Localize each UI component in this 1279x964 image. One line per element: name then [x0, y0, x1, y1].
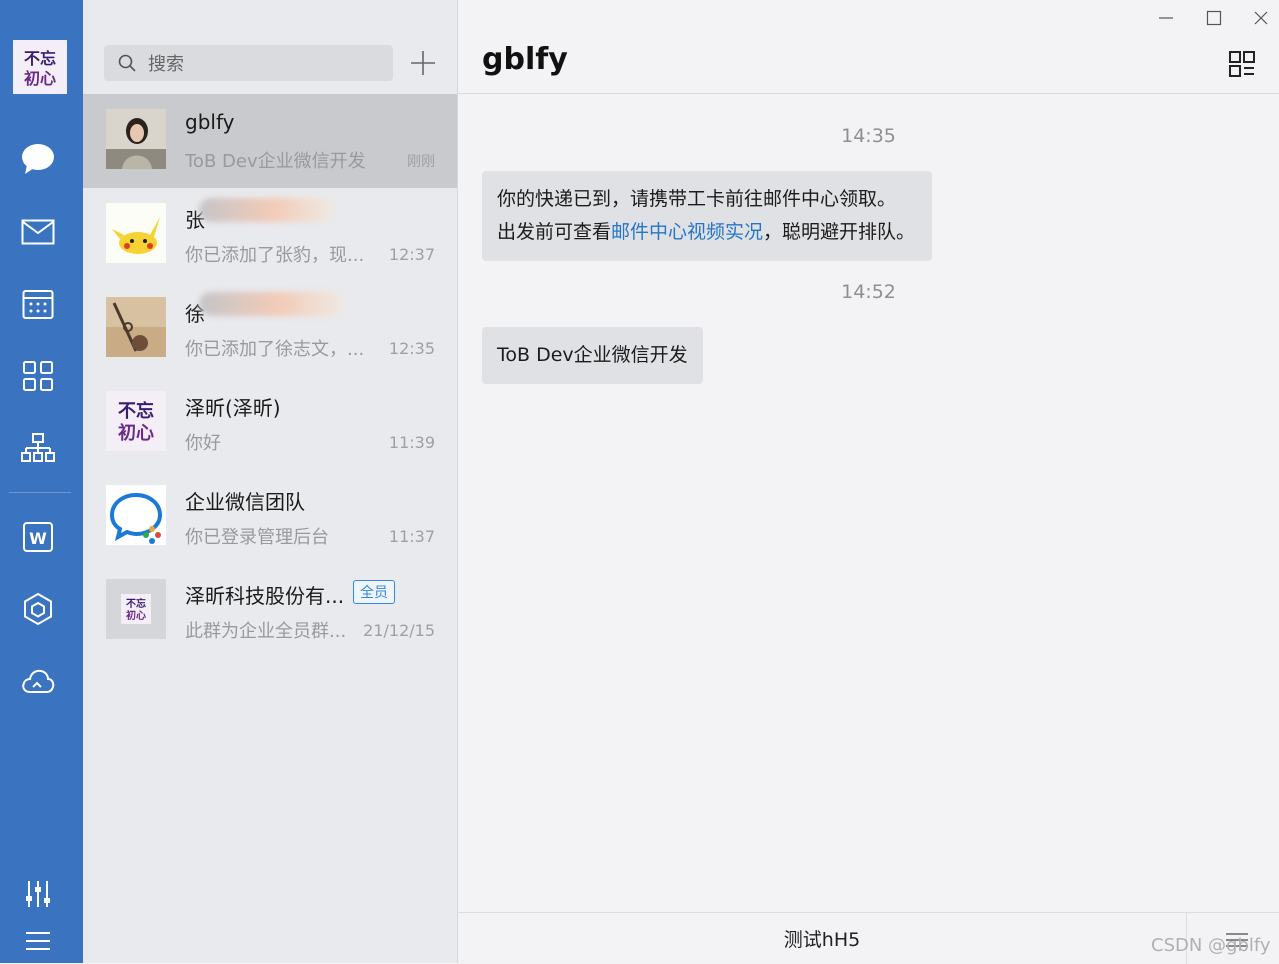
nav-cube[interactable]: [18, 589, 58, 629]
nav-divider: [9, 492, 71, 493]
conversation-time: 刚刚: [407, 154, 435, 170]
conversation-preview: 此群为企业全员群...: [185, 621, 347, 642]
svg-text:不忘: 不忘: [126, 597, 146, 610]
my-avatar[interactable]: 不忘 初心: [13, 40, 67, 94]
nav-cloud[interactable]: [18, 661, 58, 701]
message-bubble: ToB Dev企业微信开发: [482, 327, 703, 384]
chat-header: gblfy: [458, 0, 1279, 94]
nav-workbench[interactable]: [18, 356, 58, 396]
message-timestamp: 14:35: [841, 125, 896, 147]
svg-text:不忘: 不忘: [118, 400, 154, 422]
conversation-time: 21/12/15: [363, 621, 435, 640]
chat-bubble-icon: [22, 144, 54, 174]
conversation-name: gblfy: [185, 110, 235, 134]
all-members-badge: 全员: [353, 580, 395, 604]
maximize-icon: [1206, 10, 1222, 26]
conversation-item[interactable]: gblfy ToB Dev企业微信开发 刚刚: [83, 94, 457, 188]
mail-center-video-link[interactable]: 邮件中心视频实况: [611, 221, 763, 243]
conversation-preview: 你已添加了徐志文，...: [185, 339, 365, 360]
conversation-preview: 你好: [185, 433, 221, 454]
conversation-item[interactable]: 不忘 初心 泽昕(泽昕) 你好 11:39: [83, 376, 457, 470]
contact-avatar: 不忘 初心: [106, 391, 166, 451]
redacted-name: [199, 292, 344, 316]
conversation-item[interactable]: 徐 你已添加了徐志文，... 12:35: [83, 282, 457, 376]
nav-messages[interactable]: [18, 139, 58, 179]
cloud-icon: [22, 669, 55, 693]
conversation-preview: ToB Dev企业微信开发: [185, 151, 366, 172]
message-bubble: 你的快递已到，请携带工卡前往邮件中心领取。 出发前可查看邮件中心视频实况，聪明避…: [482, 171, 932, 261]
search-box[interactable]: 搜索: [104, 45, 393, 81]
chat-info-button[interactable]: [1228, 50, 1256, 78]
conversation-time: 11:37: [388, 527, 435, 546]
plus-icon: [411, 51, 435, 75]
nav-docs[interactable]: W: [18, 517, 58, 557]
svg-text:初心: 初心: [118, 422, 154, 444]
close-icon: [1254, 11, 1268, 25]
minimize-button[interactable]: [1152, 6, 1180, 30]
apps-grid-icon: [23, 361, 53, 391]
sliders-icon: [26, 881, 50, 907]
conversation-time: 12:37: [388, 245, 435, 264]
w-doc-icon: W: [23, 522, 53, 552]
conversation-item[interactable]: 张 你已添加了张豹，现... 12:37: [83, 188, 457, 282]
conversation-preview: 你已登录管理后台: [185, 527, 329, 548]
search-placeholder: 搜索: [148, 54, 184, 75]
message-text: 出发前可查看: [497, 221, 612, 243]
add-button[interactable]: [408, 48, 438, 78]
cube-icon: [24, 592, 52, 626]
nav-rail: 不忘 初心 W: [0, 0, 83, 963]
conversation-name: 泽昕科技股份有...: [185, 584, 345, 608]
message-timestamp: 14:52: [841, 281, 896, 303]
custom-menu-bar: 测试hH5 CSDN @gblfy: [458, 912, 1279, 964]
org-chart-icon: [21, 433, 55, 462]
conversation-time: 12:35: [388, 339, 435, 358]
message-text: ，聪明避开排队。: [763, 221, 916, 243]
close-button[interactable]: [1247, 6, 1275, 30]
calendar-icon: [22, 290, 54, 319]
nav-mail[interactable]: [18, 212, 58, 252]
conversation-time: 11:39: [388, 433, 435, 452]
conversation-name: 企业微信团队: [185, 490, 305, 514]
message-line: 你的快递已到，请携带工卡前往邮件中心领取。: [497, 188, 897, 210]
redacted-name: [199, 198, 334, 222]
svg-text:不忘: 不忘: [24, 49, 56, 68]
group-avatar: 不忘 初心: [106, 579, 166, 639]
svg-text:W: W: [29, 529, 47, 548]
contact-avatar: [106, 203, 166, 263]
nav-contacts[interactable]: [18, 428, 58, 468]
search-icon: [118, 54, 136, 72]
chat-pane: gblfy 14:35 你的快递已到，请携带工卡前往邮件中心领取。 出发前可查看…: [458, 0, 1279, 964]
mail-icon: [21, 219, 55, 245]
contact-avatar: [106, 297, 166, 357]
conversation-item[interactable]: 企业微信团队 你已登录管理后台 11:37: [83, 470, 457, 564]
svg-text:初心: 初心: [126, 609, 146, 622]
chat-title: gblfy: [482, 42, 568, 77]
svg-text:初心: 初心: [24, 69, 56, 88]
hamburger-menu-icon: [26, 932, 50, 950]
conversation-name: 泽昕(泽昕): [185, 396, 281, 420]
nav-more[interactable]: [18, 921, 58, 961]
contact-avatar: [106, 485, 166, 545]
conversation-item[interactable]: 不忘 初心 泽昕科技股份有... 全员 此群为企业全员群... 21/12/15: [83, 564, 457, 658]
message-line: 出发前可查看邮件中心视频实况，聪明避开排队。: [497, 216, 917, 249]
nav-calendar[interactable]: [18, 284, 58, 324]
conversation-list-panel: 搜索 gblfy ToB Dev企业微信开发 刚刚 张 你已添加了张豹，现...…: [83, 0, 458, 963]
contact-avatar: [106, 109, 166, 169]
nav-settings[interactable]: [18, 874, 58, 914]
maximize-button[interactable]: [1200, 6, 1228, 30]
message-text: ToB Dev企业微信开发: [497, 344, 688, 366]
qr-grid-icon: [1229, 51, 1255, 77]
conversation-preview: 你已添加了张豹，现...: [185, 245, 365, 266]
menu-button-test-h5[interactable]: 测试hH5: [458, 913, 1186, 964]
minimize-icon: [1159, 17, 1173, 19]
watermark: CSDN @gblfy: [1151, 935, 1271, 956]
